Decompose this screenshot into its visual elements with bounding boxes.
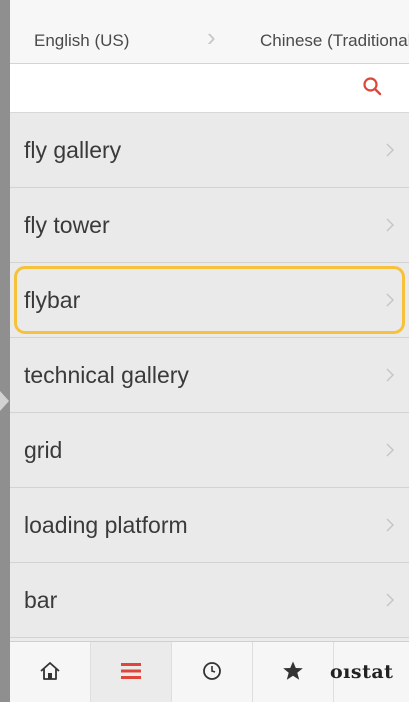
list-item-selected[interactable]: flybar	[10, 263, 409, 338]
term-label: bar	[24, 587, 58, 613]
term-label: technical gallery	[24, 362, 189, 388]
term-label: fly tower	[24, 212, 110, 238]
chevron-right-icon: ›	[207, 22, 216, 52]
star-icon	[283, 661, 303, 680]
clock-icon	[203, 662, 221, 680]
app-window: English (US) › Chinese (Traditional) fly…	[10, 0, 409, 702]
term-label: fly gallery	[24, 137, 122, 163]
target-language-selector[interactable]: Chinese (Traditional)	[260, 0, 409, 63]
chevron-right-icon	[386, 368, 394, 382]
search-icon[interactable]	[362, 76, 382, 98]
term-label: grid	[24, 437, 63, 463]
search-input[interactable]	[20, 70, 354, 106]
chevron-right-icon	[386, 593, 394, 607]
chevron-right-icon	[386, 518, 394, 532]
term-label: loading platform	[24, 512, 188, 538]
home-icon	[40, 662, 60, 680]
list-icon	[121, 663, 141, 679]
chevron-right-icon	[386, 218, 394, 232]
list-item[interactable]: loading platform	[10, 488, 409, 563]
search-bar	[10, 64, 409, 113]
term-label: flybar	[24, 287, 81, 313]
list-item[interactable]: technical gallery	[10, 338, 409, 413]
language-bar: English (US) › Chinese (Traditional)	[10, 0, 409, 64]
list-item[interactable]: fly tower	[10, 188, 409, 263]
list-item[interactable]: fly gallery	[10, 113, 409, 188]
tab-bar: oıstat	[10, 641, 409, 702]
oistat-logo[interactable]: oıstat	[330, 642, 393, 702]
chevron-right-icon	[386, 443, 394, 457]
list-item[interactable]: grid	[10, 413, 409, 488]
tab-home[interactable]	[10, 642, 91, 702]
chevron-right-icon	[386, 143, 394, 157]
source-language-selector[interactable]: English (US)	[34, 0, 129, 63]
list-item[interactable]: bar	[10, 563, 409, 638]
tab-history[interactable]	[172, 642, 253, 702]
caret-right-icon	[0, 391, 9, 411]
term-list: fly gallery fly tower flybar technical g…	[10, 113, 409, 638]
tab-favorites[interactable]	[253, 642, 334, 702]
chevron-right-icon	[386, 293, 394, 307]
tab-list[interactable]	[91, 642, 172, 702]
